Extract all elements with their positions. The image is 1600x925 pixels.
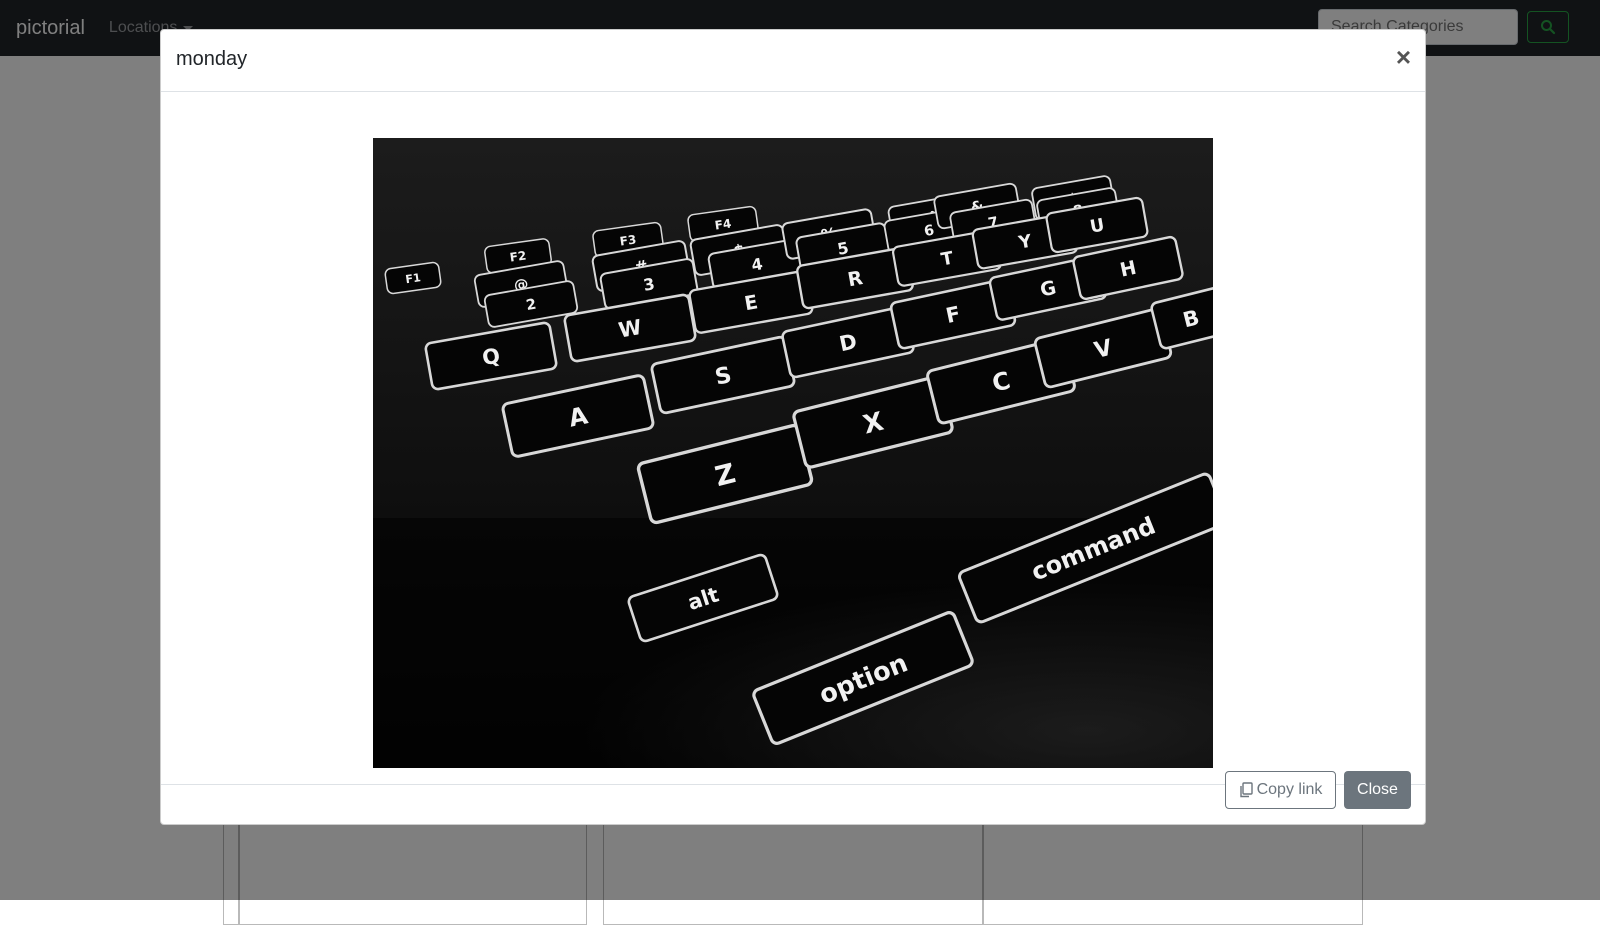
close-button-label: Close (1357, 781, 1398, 798)
modal-title: monday (176, 48, 248, 70)
keyboard-key-label: F3 (619, 232, 637, 248)
copy-icon (1239, 782, 1253, 798)
modal-header: monday × (161, 30, 1425, 92)
modal-body: F1F2F3F4@2#3$4%5^6&7*8QWERTYUASDFGHZXCVB… (161, 92, 1425, 784)
keyboard-key-label: F4 (714, 216, 732, 232)
copy-link-label: Copy link (1256, 781, 1323, 798)
keyboard-photo-drawing: F1F2F3F4@2#3$4%5^6&7*8QWERTYUASDFGHZXCVB… (373, 138, 1213, 768)
keyboard-key-label: F2 (509, 248, 527, 264)
keyboard-photo: F1F2F3F4@2#3$4%5^6&7*8QWERTYUASDFGHZXCVB… (373, 138, 1213, 768)
close-button[interactable]: Close (1344, 771, 1411, 809)
keyboard-key-label: W (617, 315, 644, 343)
keyboard-key-label: F1 (405, 271, 422, 286)
modal-footer: Copy link Close (161, 771, 1425, 824)
copy-link-button[interactable]: Copy link (1225, 771, 1336, 809)
close-icon[interactable]: × (1396, 42, 1411, 72)
image-modal: monday × F1F2F3F4@2#3$4%5^6&7*8QWERTY (160, 29, 1426, 825)
